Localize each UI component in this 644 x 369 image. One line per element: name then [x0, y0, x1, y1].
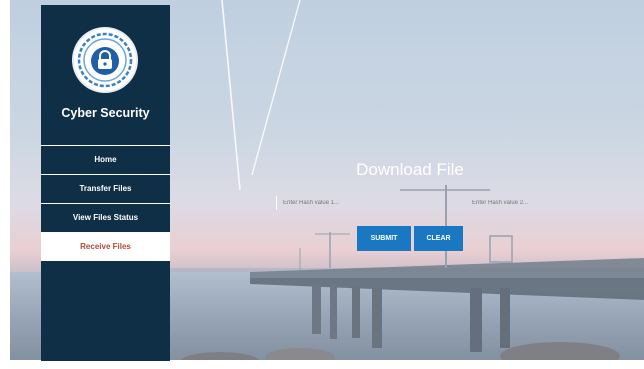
sidebar-item-home[interactable]: Home	[41, 145, 170, 174]
sidebar: Cyber Security Home Transfer Files View …	[41, 5, 170, 361]
page: Cyber Security Home Transfer Files View …	[0, 0, 644, 369]
logo-graphic	[77, 32, 133, 88]
clear-button[interactable]: CLEAR	[414, 226, 463, 251]
page-margin-bottom	[0, 360, 644, 369]
brand-title: Cyber Security	[61, 106, 150, 120]
sidebar-item-transfer-files[interactable]: Transfer Files	[41, 174, 170, 203]
hash-value-1-input[interactable]	[276, 196, 363, 210]
padlock-shield-icon	[74, 29, 136, 91]
page-margin-left	[0, 0, 10, 369]
sidebar-nav: Home Transfer Files View Files Status Re…	[41, 145, 170, 261]
sidebar-item-receive-files[interactable]: Receive Files	[41, 232, 170, 261]
hash-value-2-input[interactable]	[466, 196, 552, 210]
submit-button[interactable]: SUBMIT	[357, 226, 411, 251]
page-title: Download File	[356, 160, 464, 179]
sidebar-item-view-files-status[interactable]: View Files Status	[41, 203, 170, 232]
